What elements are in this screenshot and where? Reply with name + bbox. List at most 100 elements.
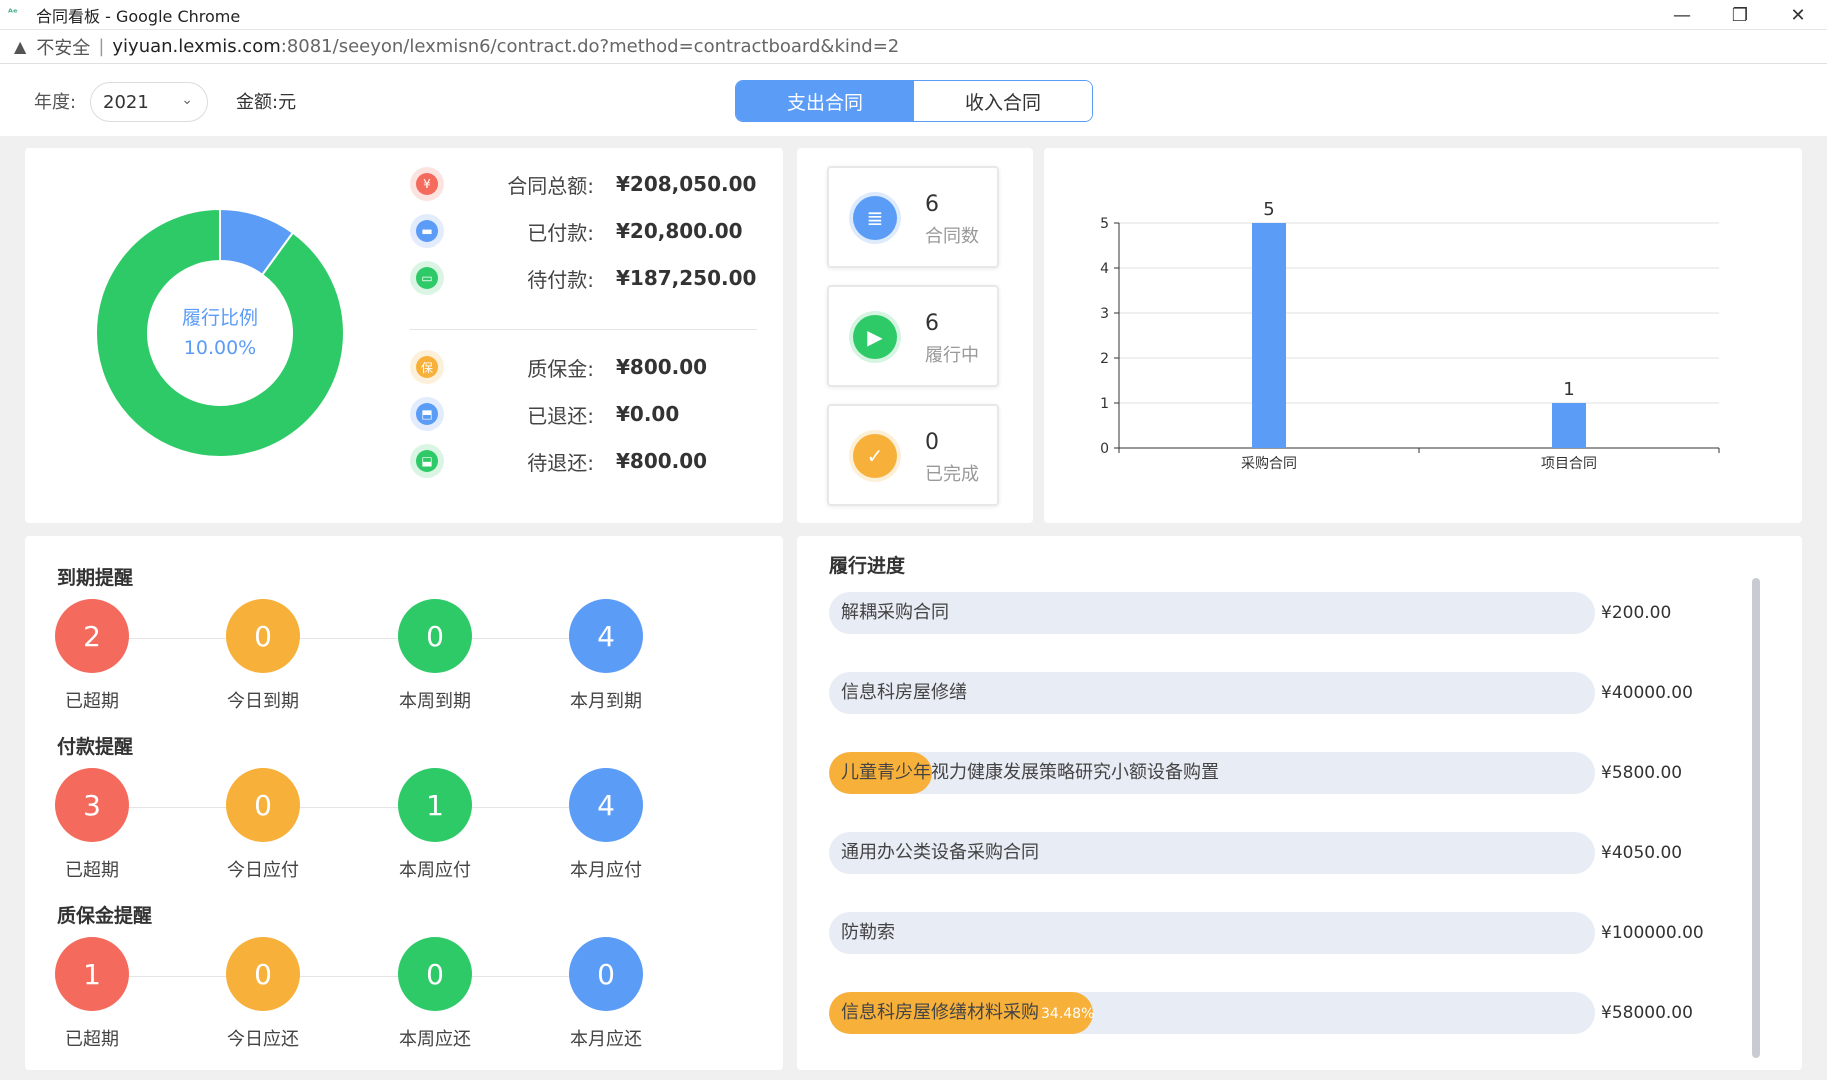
- url-path: :8081/seeyon/lexmisn6/contract.do?method…: [280, 36, 900, 57]
- summary-label: 已付款:: [527, 220, 594, 245]
- minimize-button[interactable]: —: [1653, 0, 1711, 30]
- summary-label: 质保金:: [527, 356, 594, 381]
- summary-label: 合同总额:: [507, 173, 594, 198]
- progress-amount: ¥40000.00: [1601, 683, 1693, 703]
- summary-row: ▭ 待付款: ¥187,250.00: [410, 260, 756, 296]
- reminder-item[interactable]: 4 本月应付: [561, 768, 651, 882]
- card-icon: ▭: [410, 261, 444, 295]
- close-button[interactable]: ✕: [1769, 0, 1827, 30]
- summary-value: ¥20,800.00: [616, 219, 743, 243]
- reminder-label: 已超期: [65, 1029, 119, 1050]
- reminder-count-badge[interactable]: 0: [398, 937, 472, 1011]
- y-tick-label: 2: [1100, 351, 1109, 367]
- progress-row[interactable]: 解耦采购合同 ¥200.00: [829, 592, 1689, 634]
- check-icon: ✓: [853, 434, 897, 478]
- progress-amount: ¥200.00: [1601, 603, 1672, 623]
- pending-return-icon-glyph: ⬓: [416, 450, 438, 472]
- reminder-count-badge[interactable]: 1: [55, 937, 129, 1011]
- reminder-item[interactable]: 0 今日应付: [218, 768, 308, 882]
- window-controls: — ❐ ✕: [1653, 0, 1827, 30]
- reminder-label: 本月应付: [570, 860, 642, 881]
- stat-box[interactable]: ▶ 6 履行中: [827, 285, 999, 387]
- summary-value: ¥0.00: [616, 402, 680, 426]
- bar[interactable]: [1552, 403, 1586, 448]
- amount-unit-label: 金额:元: [236, 92, 297, 113]
- progress-item-name: 信息科房屋修缮: [841, 672, 967, 714]
- reminder-item[interactable]: 0 今日到期: [218, 599, 308, 713]
- progress-item-name: 通用办公类设备采购合同: [841, 832, 1039, 874]
- progress-name-text: 信息科房屋修缮材料采购: [841, 1002, 1039, 1023]
- reminder-count-badge[interactable]: 3: [55, 768, 129, 842]
- wallet-icon: ▬: [410, 214, 444, 248]
- progress-amount: ¥100000.00: [1601, 923, 1704, 943]
- reminder-item[interactable]: 4 本月到期: [561, 599, 651, 713]
- year-label: 年度:: [34, 92, 77, 113]
- reminder-item[interactable]: 2 已超期: [47, 599, 137, 713]
- progress-row[interactable]: 信息科房屋修缮材料采购 34.48% ¥58000.00: [829, 992, 1693, 1034]
- reminder-count-badge[interactable]: 0: [226, 599, 300, 673]
- reminder-count-badge[interactable]: 0: [226, 768, 300, 842]
- stat-number: 6: [925, 192, 939, 217]
- url-text[interactable]: yiyuan.lexmis.com:8081/seeyon/lexmisn6/c…: [112, 36, 899, 57]
- reminder-count-badge[interactable]: 2: [55, 599, 129, 673]
- year-select[interactable]: 2021 ⌄: [90, 82, 208, 122]
- reminder-item[interactable]: 0 今日应还: [218, 937, 308, 1051]
- reminder-count-badge[interactable]: 0: [569, 937, 643, 1011]
- tab-income-contract[interactable]: 收入合同: [914, 81, 1092, 121]
- reminder-item[interactable]: 0 本周应还: [390, 937, 480, 1051]
- reminder-count-badge[interactable]: 4: [569, 599, 643, 673]
- play-cycle-icon: ▶: [853, 315, 897, 359]
- reminder-count-badge[interactable]: 0: [226, 937, 300, 1011]
- tab-expense-contract[interactable]: 支出合同: [736, 81, 914, 121]
- progress-row[interactable]: 儿童青少年视力健康发展策略研究小额设备购置 ¥5800.00: [829, 752, 1689, 794]
- progress-scrollbar[interactable]: [1752, 578, 1760, 1058]
- reminder-count-badge[interactable]: 0: [398, 599, 472, 673]
- summary-row: ▬ 已付款: ¥20,800.00: [410, 213, 743, 249]
- dashboard-page: 年度: 2021 ⌄ 金额:元 支出合同 收入合同 履行比例 10.00% ¥ 合…: [0, 64, 1827, 1080]
- app-logo-icon: ᴬᵉ: [8, 7, 18, 19]
- donut-title: 履行比例: [181, 307, 258, 329]
- y-tick-label: 5: [1100, 216, 1109, 232]
- reminder-item[interactable]: 0 本月应还: [561, 937, 651, 1051]
- pending-return-icon: ⬓: [410, 444, 444, 478]
- stat-box[interactable]: ✓ 0 已完成: [827, 404, 999, 506]
- progress-item-name: 儿童青少年视力健康发展策略研究小额设备购置: [841, 752, 1219, 794]
- reminder-count-badge[interactable]: 4: [569, 768, 643, 842]
- contract-icon: ≣: [853, 196, 897, 240]
- bar[interactable]: [1252, 223, 1286, 448]
- x-tick-label: 项目合同: [1541, 456, 1597, 472]
- bar-data-label: 1: [1563, 379, 1574, 400]
- summary-label: 待退还:: [527, 450, 594, 475]
- warning-icon[interactable]: ▲: [14, 37, 26, 56]
- summary-row: ¥ 合同总额: ¥208,050.00: [410, 166, 756, 202]
- stat-box[interactable]: ≣ 6 合同数: [827, 166, 999, 268]
- reminder-count-badge[interactable]: 1: [398, 768, 472, 842]
- restore-button[interactable]: ❐: [1711, 0, 1769, 30]
- progress-name-text: 防勒索: [841, 922, 895, 943]
- reminder-group-title: 质保金提醒: [57, 905, 153, 927]
- card-icon-glyph: ▭: [416, 267, 438, 289]
- stats-card: ≣ 6 合同数 ▶ 6 履行中 ✓ 0 已完成: [797, 148, 1033, 523]
- address-separator: |: [98, 36, 105, 57]
- reminder-item[interactable]: 0 本周到期: [390, 599, 480, 713]
- progress-item-name: 防勒索: [841, 912, 895, 954]
- reminder-item[interactable]: 1 已超期: [47, 937, 137, 1051]
- progress-amount: ¥58000.00: [1601, 1003, 1693, 1023]
- progress-row[interactable]: 通用办公类设备采购合同 ¥4050.00: [829, 832, 1689, 874]
- progress-row[interactable]: 信息科房屋修缮 ¥40000.00: [829, 672, 1693, 714]
- reminder-label: 已超期: [65, 860, 119, 881]
- reminder-item[interactable]: 1 本周应付: [390, 768, 480, 882]
- year-value: 2021: [103, 91, 149, 113]
- wallet-icon-glyph: ▬: [416, 220, 438, 242]
- summary-label: 已退还:: [527, 403, 594, 428]
- reminder-label: 本周应付: [399, 860, 471, 881]
- address-bar[interactable]: ▲ 不安全 | yiyuan.lexmis.com:8081/seeyon/le…: [0, 30, 1827, 64]
- summary-row: 保 质保金: ¥800.00: [410, 349, 707, 385]
- progress-track: 儿童青少年视力健康发展策略研究小额设备购置: [829, 752, 1595, 794]
- insecure-label[interactable]: 不安全: [36, 34, 90, 60]
- progress-row[interactable]: 防勒索 ¥100000.00: [829, 912, 1704, 954]
- reminder-label: 今日应付: [227, 860, 299, 881]
- progress-item-name: 信息科房屋修缮材料采购 34.48%: [841, 992, 1094, 1034]
- summary-row: ⬒ 已退还: ¥0.00: [410, 396, 679, 432]
- reminder-item[interactable]: 3 已超期: [47, 768, 137, 882]
